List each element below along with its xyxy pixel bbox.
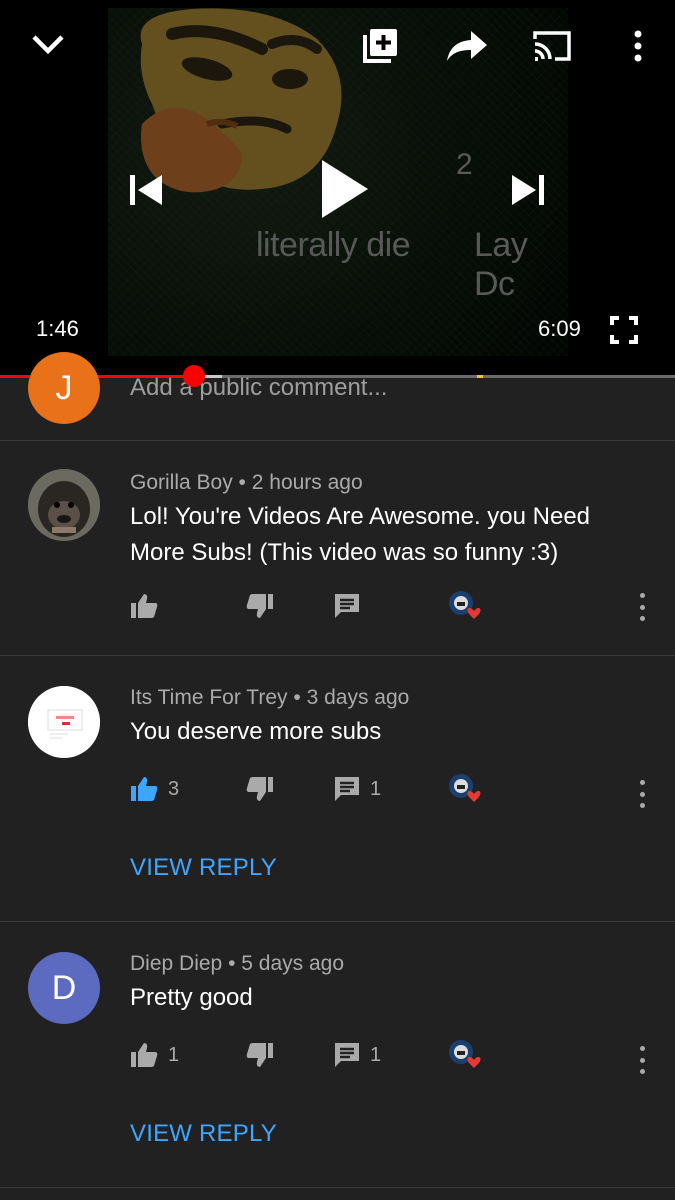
duration: 6:09 <box>538 316 581 341</box>
add-comment-input[interactable]: Add a public comment... <box>130 374 387 402</box>
thumb-down-icon <box>246 594 273 618</box>
more-vert-icon[interactable] <box>636 593 648 621</box>
more-vert-icon[interactable] <box>628 28 648 64</box>
play-icon[interactable] <box>312 155 376 223</box>
share-icon[interactable] <box>444 26 490 66</box>
comment-actions <box>0 591 675 629</box>
comment-meta: Gorilla Boy • 2 hours ago <box>130 471 363 495</box>
comment-time: 5 days ago <box>241 952 345 975</box>
meta-separator: • <box>293 686 301 709</box>
comment-author[interactable]: Diep Diep <box>130 952 222 975</box>
minimize-chevron-down-icon[interactable] <box>26 28 70 62</box>
view-reply-link[interactable]: VIEW REPLY <box>130 854 277 882</box>
thumb-up-icon <box>131 1043 158 1067</box>
more-vert-icon[interactable] <box>636 1046 648 1074</box>
progress-scrubber-handle[interactable] <box>183 365 205 387</box>
comment-text: You deserve more subs <box>130 718 382 745</box>
reply-button[interactable]: 1 <box>334 1042 381 1068</box>
thumb-down-icon <box>246 777 273 801</box>
creator-heart-icon <box>448 1038 481 1068</box>
thumb-up-icon <box>131 777 158 801</box>
comment-actions: 1 1 <box>0 1040 675 1078</box>
comment-item: Its Time For Trey • 3 days ago You deser… <box>0 656 675 922</box>
more-vert-icon[interactable] <box>636 780 648 808</box>
comment-time: 3 days ago <box>306 686 410 709</box>
thumb-down-icon <box>246 1043 273 1067</box>
avatar[interactable]: D <box>28 952 100 1024</box>
like-count: 3 <box>168 777 180 800</box>
comment-author[interactable]: Its Time For Trey <box>130 686 288 709</box>
video-player[interactable]: literally die Lay Dc 2 1:46 6:09 <box>0 0 675 378</box>
comment-item: Gorilla Boy • 2 hours ago Lol! You're Vi… <box>0 441 675 656</box>
like-button[interactable]: 1 <box>130 1042 179 1068</box>
avatar[interactable] <box>28 686 100 758</box>
comment-text: Pretty good <box>130 984 253 1011</box>
skip-previous-icon[interactable] <box>124 168 168 212</box>
comment-icon <box>335 777 359 801</box>
comment-meta: Its Time For Trey • 3 days ago <box>130 686 409 710</box>
skip-next-icon[interactable] <box>506 168 550 212</box>
comment-item: D Diep Diep • 5 days ago Pretty good 1 1… <box>0 922 675 1188</box>
comment-author[interactable]: Gorilla Boy <box>130 471 233 494</box>
reply-count: 1 <box>370 777 382 800</box>
like-button[interactable]: 3 <box>130 776 179 802</box>
user-avatar: J <box>28 352 100 424</box>
creator-heart-icon <box>448 772 481 802</box>
comment-actions: 3 1 <box>0 774 675 812</box>
thumb-up-icon <box>131 594 158 618</box>
comment-icon <box>335 1043 359 1067</box>
creator-heart-icon <box>448 589 481 619</box>
comment-time: 2 hours ago <box>251 471 363 494</box>
comment-meta: Diep Diep • 5 days ago <box>130 952 344 976</box>
reply-count: 1 <box>370 1043 382 1066</box>
fullscreen-icon[interactable] <box>608 314 640 346</box>
comment-text: Lol! You're Videos Are Awesome. you Need… <box>130 503 591 566</box>
cast-icon[interactable] <box>530 28 574 64</box>
reply-button[interactable]: 1 <box>334 776 381 802</box>
reply-button[interactable] <box>334 593 360 619</box>
like-button[interactable] <box>130 593 158 619</box>
dislike-button[interactable] <box>246 593 274 619</box>
comment-icon <box>335 594 359 618</box>
like-count: 1 <box>168 1043 180 1066</box>
add-to-playlist-icon[interactable] <box>360 26 400 66</box>
view-reply-link[interactable]: VIEW REPLY <box>130 1120 277 1148</box>
meta-separator: • <box>228 952 236 975</box>
dislike-button[interactable] <box>246 1042 274 1068</box>
dislike-button[interactable] <box>246 776 274 802</box>
current-time: 1:46 <box>36 316 79 341</box>
add-comment-row[interactable]: J Add a public comment... <box>0 352 675 441</box>
meta-separator: • <box>238 471 246 494</box>
avatar[interactable] <box>28 469 100 541</box>
